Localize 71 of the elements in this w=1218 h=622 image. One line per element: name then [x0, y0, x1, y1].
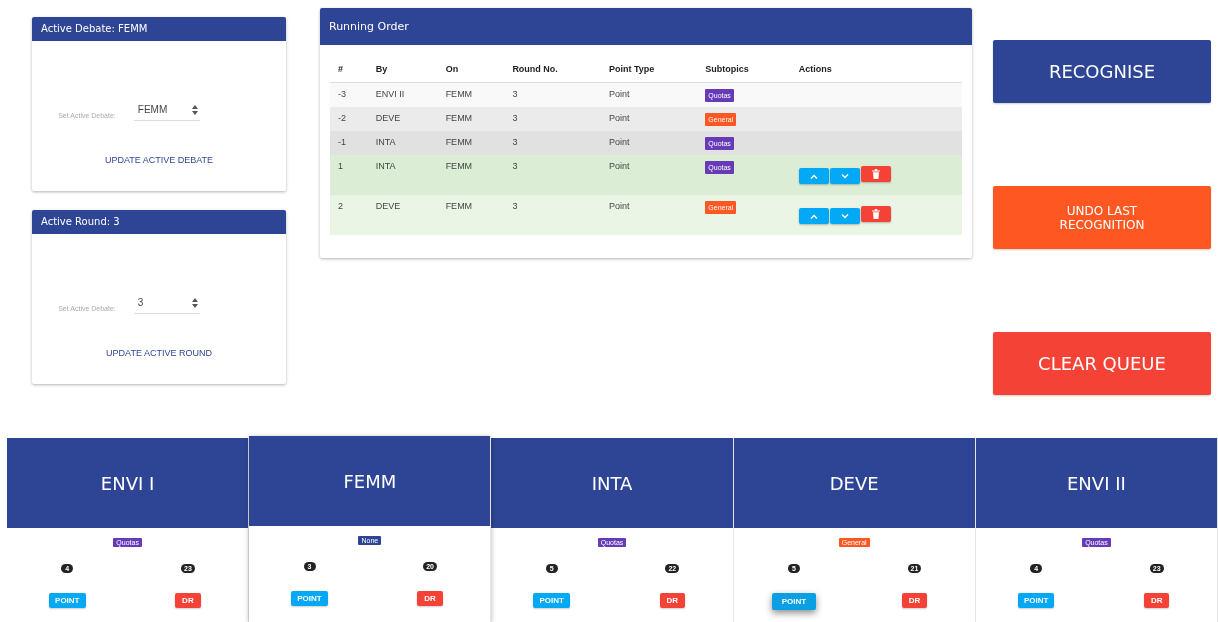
table-cell: -2: [338, 112, 346, 123]
chevron-down-icon: [840, 213, 849, 219]
column-header: Actions: [790, 55, 962, 83]
table-cell: FEMM: [445, 89, 473, 99]
dr-button[interactable]: DR: [175, 593, 201, 608]
table-cell: Point: [608, 112, 630, 123]
table-cell: 3: [512, 136, 518, 147]
table-cell: DEVE: [375, 200, 401, 211]
dr-button[interactable]: DR: [659, 593, 686, 608]
trash-icon: [871, 168, 880, 179]
table-cell: -3: [338, 89, 346, 99]
table-cell: Point: [608, 89, 630, 99]
table-cell: 3: [512, 89, 518, 99]
table-cell: Point: [608, 136, 630, 147]
move-up-button[interactable]: [798, 208, 829, 224]
action-button[interactable]: CLEAR QUEUE: [993, 332, 1211, 395]
update-debate-button[interactable]: UPDATE ACTIVE DEBATE: [100, 153, 218, 167]
column-header: #: [330, 55, 368, 83]
table-cell: 3: [512, 112, 518, 123]
table-cell: 2: [338, 200, 343, 211]
dr-button[interactable]: DR: [1143, 593, 1170, 608]
move-down-button[interactable]: [829, 208, 860, 224]
select-field[interactable]: FEMM: [133, 102, 200, 121]
team-name: INTA: [491, 438, 733, 528]
column-header: Subtopics: [697, 55, 791, 83]
sort-icon: [191, 104, 198, 115]
table-cell: INTA: [375, 160, 396, 171]
table-cell: -1: [338, 136, 346, 147]
point-button[interactable]: POINT: [771, 593, 817, 610]
table-cell: ENVI II: [375, 89, 405, 99]
team-name: FEMM: [249, 436, 491, 526]
table-cell: Point: [608, 160, 630, 171]
table-cell: 3: [512, 160, 518, 171]
team-name: DEVE: [733, 438, 975, 528]
point-button[interactable]: POINT: [533, 593, 570, 608]
dr-button[interactable]: DR: [901, 593, 928, 608]
table-cell: FEMM: [445, 136, 473, 147]
table-cell: FEMM: [445, 200, 473, 211]
select-field[interactable]: 3: [133, 295, 200, 314]
column-header: By: [367, 55, 438, 83]
chevron-up-icon: [809, 173, 818, 179]
chevron-down-icon: [840, 173, 849, 179]
table-cell: FEMM: [445, 160, 473, 171]
point-button[interactable]: POINT: [291, 591, 328, 606]
delete-button[interactable]: [860, 205, 891, 222]
action-button[interactable]: UNDO LAST RECOGNITION: [993, 186, 1211, 249]
team-name: ENVI I: [7, 438, 249, 528]
move-down-button[interactable]: [829, 168, 860, 184]
point-button[interactable]: POINT: [1017, 593, 1055, 608]
table-cell: 1: [338, 160, 343, 171]
team-name: ENVI II: [975, 438, 1217, 528]
column-header: Round No.: [504, 55, 601, 83]
sort-icon: [191, 297, 198, 308]
table-cell: INTA: [375, 136, 396, 147]
trash-icon: [871, 208, 880, 219]
table-cell: FEMM: [445, 112, 473, 123]
card-title: Running Order: [320, 8, 972, 45]
action-button[interactable]: RECOGNISE: [993, 40, 1211, 103]
chevron-up-icon: [809, 213, 818, 219]
dr-button[interactable]: DR: [417, 591, 443, 606]
column-header: Point Type: [600, 55, 698, 83]
move-up-button[interactable]: [798, 168, 829, 184]
delete-button[interactable]: [860, 165, 891, 182]
card-title: Active Debate: FEMM: [32, 17, 286, 41]
point-button[interactable]: POINT: [49, 593, 86, 608]
table-cell: Point: [608, 200, 630, 211]
update-round-button[interactable]: UPDATE ACTIVE ROUND: [102, 346, 216, 360]
table-cell: DEVE: [375, 112, 401, 123]
card-title: Active Round: 3: [32, 210, 286, 234]
column-header: On: [437, 55, 505, 83]
table-cell: 3: [512, 200, 518, 211]
